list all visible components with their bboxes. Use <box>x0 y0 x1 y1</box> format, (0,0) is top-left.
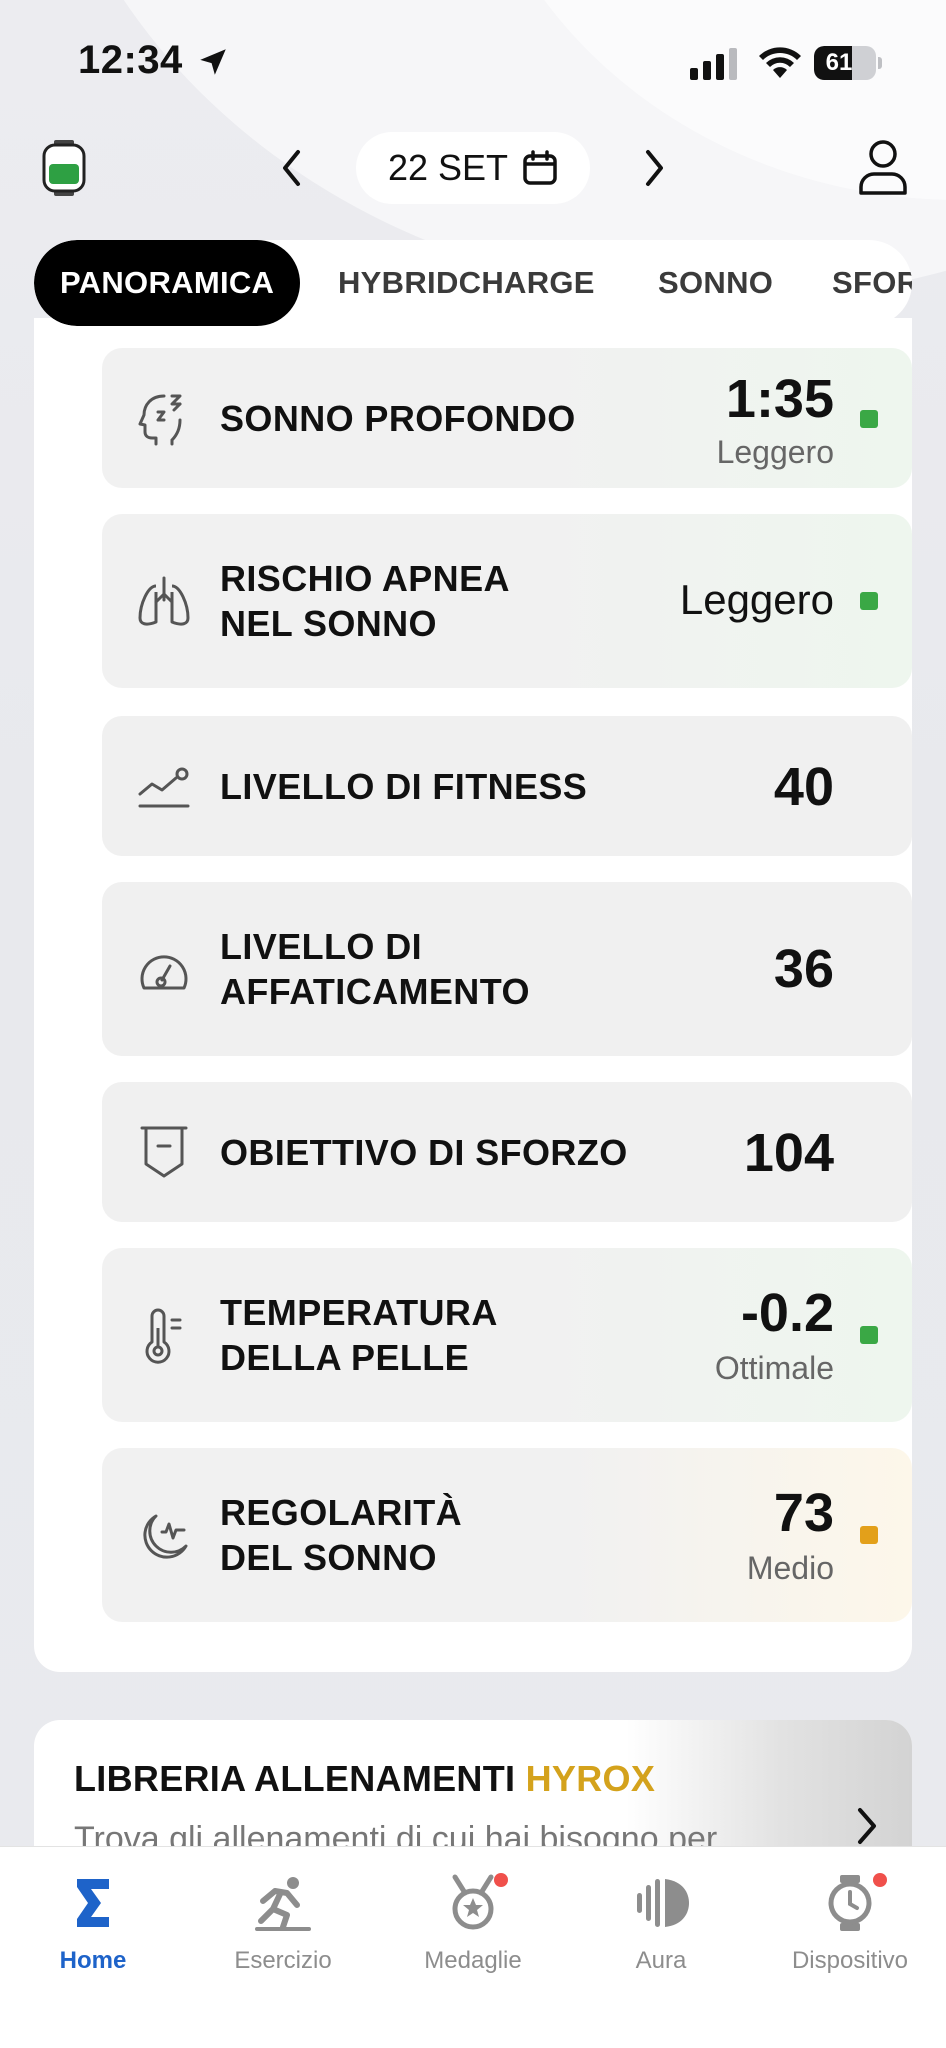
medals-notification-dot <box>494 1873 508 1887</box>
metric-label-line-2: NEL SONNO <box>220 603 437 644</box>
metric-sleep-regularity[interactable]: REGOLARITÀ DEL SONNO 73 Medio <box>102 1448 912 1622</box>
device-notification-dot <box>873 1873 887 1887</box>
battery-nub <box>878 57 882 69</box>
app-screen: 12:34 61 22 SET SONNO PROFONDO 1:35 Legg… <box>0 0 946 2048</box>
selected-date: 22 SET <box>387 147 509 188</box>
location-arrow-icon <box>200 49 226 75</box>
metric-label: OBIETTIVO DI SFORZO <box>220 1132 628 1173</box>
lungs-icon <box>138 576 190 626</box>
shield-goal-icon <box>140 1126 188 1178</box>
nav-label: Aura <box>635 1947 687 1974</box>
metric-value: 73 <box>773 1483 834 1543</box>
nav-home[interactable]: Home <box>18 1873 168 1983</box>
status-dot <box>860 1326 878 1344</box>
watch-battery-icon[interactable] <box>40 140 88 196</box>
nav-label: Esercizio <box>234 1947 332 1974</box>
metric-label: RISCHIO APNEA NEL SONNO <box>220 556 510 646</box>
head-sleep-icon <box>138 394 182 446</box>
nav-medals[interactable]: Medaglie <box>398 1873 548 1983</box>
metric-label-line-2: DELLA PELLE <box>220 1337 470 1378</box>
metric-label: REGOLARITÀ DEL SONNO <box>220 1490 462 1580</box>
metric-status: Ottimale <box>714 1350 834 1386</box>
metric-label-line-1: RISCHIO APNEA <box>220 558 510 599</box>
next-day-button[interactable] <box>632 142 676 194</box>
metric-label-line-2: DEL SONNO <box>220 1537 437 1578</box>
moon-pulse-icon <box>143 1514 188 1559</box>
battery-indicator: 61 <box>814 46 882 80</box>
library-title-accent: HYROX <box>525 1758 656 1799</box>
status-bar: 12:34 61 <box>0 0 946 120</box>
runner-icon <box>255 1877 311 1931</box>
library-title: LIBRERIA ALLENAMENTI HYROX <box>74 1758 655 1800</box>
nav-exercise[interactable]: Esercizio <box>208 1873 358 1983</box>
metric-status: Medio <box>746 1550 834 1586</box>
metric-label-line-2: AFFATICAMENTO <box>220 971 530 1012</box>
tab-hybridcharge[interactable]: HYBRIDCHARGE <box>338 240 595 326</box>
date-selector[interactable]: 22 SET <box>356 132 590 204</box>
status-time: 12:34 <box>78 38 183 82</box>
metric-label-line-1: TEMPERATURA <box>220 1292 498 1333</box>
metric-fatigue-level[interactable]: LIVELLO DI AFFATICAMENTO 36 <box>102 882 912 1056</box>
watch-icon <box>828 1875 872 1931</box>
wifi-icon <box>759 47 801 78</box>
metric-skin-temperature[interactable]: TEMPERATURA DELLA PELLE -0.2 Ottimale <box>102 1248 912 1422</box>
overview-card: SONNO PROFONDO 1:35 Leggero RISCHIO APNE… <box>34 318 912 1672</box>
sigma-icon <box>77 1879 109 1927</box>
bottom-navigation: Home Esercizio Medaglie Aura Dispositivo <box>0 1846 946 2048</box>
tab-sforzo[interactable]: SFORZO <box>832 240 912 326</box>
previous-day-button[interactable] <box>270 142 314 194</box>
nav-aura[interactable]: Aura <box>586 1873 736 1983</box>
metric-label-line-1: LIVELLO DI <box>220 926 422 967</box>
calendar-icon <box>523 150 557 185</box>
metric-label-line-1: REGOLARITÀ <box>220 1492 462 1533</box>
status-dot <box>860 410 878 428</box>
chevron-left-icon <box>283 150 300 186</box>
metric-label: TEMPERATURA DELLA PELLE <box>220 1290 498 1380</box>
gauge-icon <box>140 955 188 990</box>
nav-label: Medaglie <box>424 1947 522 1974</box>
chevron-right-icon[interactable] <box>852 1804 882 1848</box>
metric-value: -0.2 <box>740 1283 834 1343</box>
metric-value: 36 <box>773 939 834 999</box>
nav-label: Dispositivo <box>791 1947 909 1974</box>
cellular-signal-icon <box>690 48 737 80</box>
metric-value: 1:35 <box>725 369 834 429</box>
metric-status: Leggero <box>716 434 834 470</box>
metric-deep-sleep[interactable]: SONNO PROFONDO 1:35 Leggero <box>102 348 912 488</box>
nav-device[interactable]: Dispositivo <box>775 1873 925 1983</box>
metric-value: 104 <box>743 1123 834 1183</box>
battery-percentage: 61 <box>825 49 853 76</box>
battery-body: 61 <box>814 46 876 80</box>
nav-label: Home <box>59 1947 127 1974</box>
metric-value: Leggero <box>679 576 834 623</box>
metric-label: LIVELLO DI AFFATICAMENTO <box>220 924 530 1014</box>
metric-sleep-apnea-risk[interactable]: RISCHIO APNEA NEL SONNO Leggero <box>102 514 912 688</box>
tab-sonno[interactable]: SONNO <box>658 240 773 326</box>
metric-value: 40 <box>773 757 834 817</box>
tab-bar: PANORAMICA HYBRIDCHARGE SONNO SFORZO <box>34 240 912 326</box>
library-title-main: LIBRERIA ALLENAMENTI <box>74 1758 516 1799</box>
status-dot <box>860 592 878 610</box>
metric-fitness-level[interactable]: LIVELLO DI FITNESS 40 <box>102 716 912 856</box>
trend-chart-icon <box>138 767 190 808</box>
tab-panoramica[interactable]: PANORAMICA <box>34 240 301 326</box>
metric-label: LIVELLO DI FITNESS <box>220 766 588 807</box>
aura-icon <box>637 1879 689 1927</box>
metric-label: SONNO PROFONDO <box>220 398 576 439</box>
metric-effort-goal[interactable]: OBIETTIVO DI SFORZO 104 <box>102 1082 912 1222</box>
hyrox-library-card[interactable]: LIBRERIA ALLENAMENTI HYROX Trova gli all… <box>34 1720 912 1850</box>
thermometer-icon <box>145 1308 182 1364</box>
profile-icon[interactable] <box>856 138 910 196</box>
status-dot <box>860 1526 878 1544</box>
chevron-right-icon <box>646 150 663 186</box>
